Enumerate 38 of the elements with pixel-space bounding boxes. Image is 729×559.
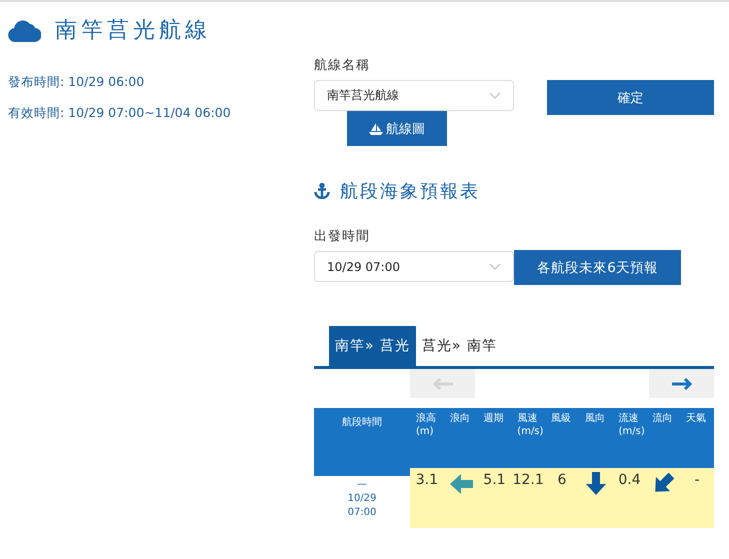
column-header: 流速 (m/s) xyxy=(612,408,646,468)
confirm-button[interactable]: 確定 xyxy=(547,80,714,115)
section-heading: 航段海象預報表 xyxy=(340,180,480,203)
right-arrow-icon xyxy=(670,376,694,390)
column-header: 風級 xyxy=(545,408,579,468)
chevron-down-icon xyxy=(489,92,501,99)
segment-time: — 10/29 07:00 xyxy=(346,478,378,520)
data-value: 0.4 xyxy=(618,472,641,488)
info-text: 有效時間: 10/29 07:00~11/04 06:00 xyxy=(8,105,232,122)
column-header: 航段時間 xyxy=(314,408,410,468)
column-header: 週期 xyxy=(478,408,512,468)
left-arrow-icon xyxy=(430,376,454,390)
column-header: 風向 xyxy=(578,408,613,468)
column-header: 浪高 (m) xyxy=(410,408,444,468)
column-header: 浪向 xyxy=(444,408,478,468)
data-value: 12.1 xyxy=(512,472,544,488)
data-value: - xyxy=(694,472,700,488)
column-header: 風速 (m/s) xyxy=(511,408,546,468)
route-map-button[interactable]: 航線圖 xyxy=(347,111,447,146)
column-header: 天氣 xyxy=(680,408,714,468)
data-value: 6 xyxy=(557,472,566,488)
page-title: 南竿莒光航線 xyxy=(55,17,211,45)
data-value: 5.1 xyxy=(483,472,506,488)
route-tab[interactable]: 莒光» 南竿 xyxy=(416,326,504,366)
anchor-icon xyxy=(314,183,330,199)
route-tab[interactable]: 南竿» 莒光 xyxy=(329,326,416,366)
field-label: 出發時間 xyxy=(314,228,371,245)
column-header: 流向 xyxy=(646,408,680,468)
field-label: 航線名稱 xyxy=(314,57,371,74)
info-text: 發布時間: 10/29 06:00 xyxy=(8,74,146,91)
sailboat-icon xyxy=(369,122,383,134)
six-day-forecast-button[interactable]: 各航段未來6天預報 xyxy=(514,250,681,285)
next-button[interactable] xyxy=(649,369,714,398)
route-select[interactable]: 南竿莒光航線 xyxy=(314,80,514,111)
chevron-down-icon xyxy=(489,263,501,270)
data-value: 3.1 xyxy=(416,472,438,488)
departure-select[interactable]: 10/29 07:00 xyxy=(314,251,514,282)
cloud-icon xyxy=(8,18,41,42)
